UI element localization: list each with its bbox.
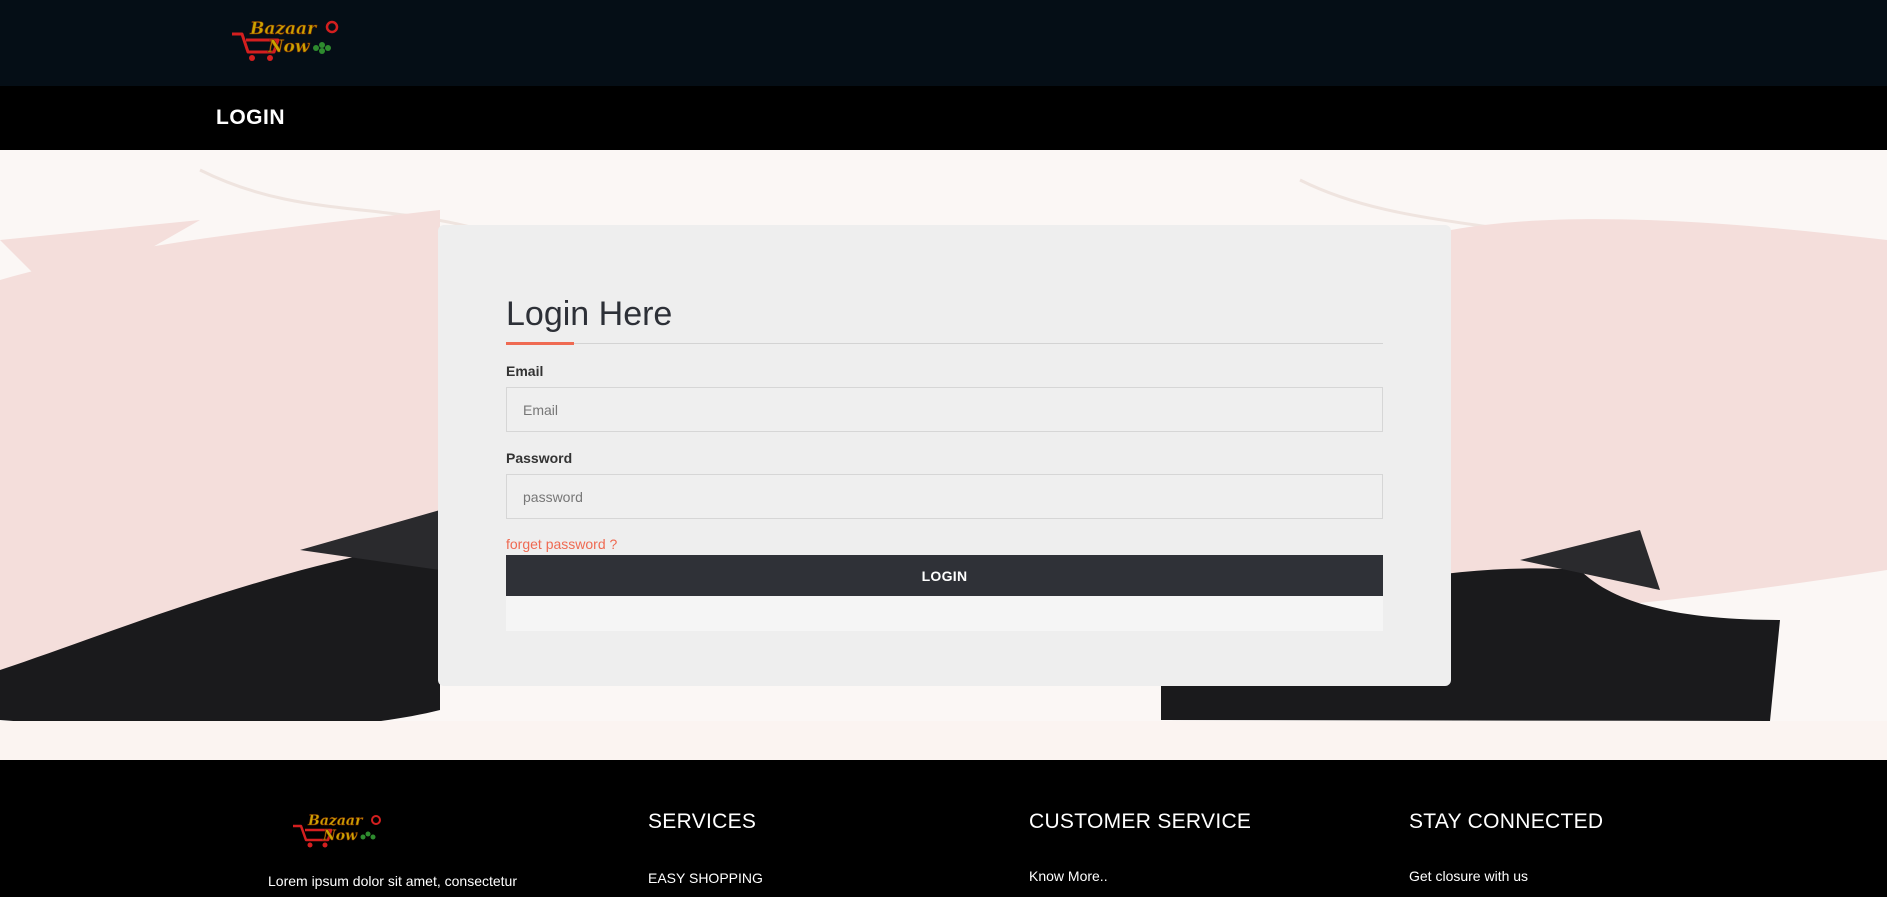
footer-description: Lorem ipsum dolor sit amet, consectetur [268,873,517,889]
forgot-password-link[interactable]: forget password ? [506,536,617,552]
heading-divider [506,343,1383,344]
email-input[interactable] [506,387,1383,432]
login-heading: Login Here [506,295,673,333]
login-button[interactable]: LOGIN [506,555,1383,596]
email-label: Email [506,363,544,379]
footer-link-know-more[interactable]: Know More.. [1029,868,1108,884]
password-label: Password [506,450,573,466]
top-header: Bazaar Now [0,0,1887,86]
footer-brand-logo[interactable]: Bazaar Now [290,812,386,850]
footer-services-heading: SERVICES [648,810,757,833]
footer-customer-service-heading: CUSTOMER SERVICE [1029,810,1252,833]
site-footer: SERVICES CUSTOMER SERVICE STAY CONNECTED… [0,760,1887,897]
login-card: Login Here Email Password forget passwor… [438,225,1451,686]
page-title-bar: LOGIN [0,86,1887,150]
password-input[interactable] [506,474,1383,519]
hero-bottom-strip [0,721,1887,760]
svg-text:Bazaar: Bazaar [307,813,364,829]
footer-link-get-closure[interactable]: Get closure with us [1409,868,1528,884]
brand-logo[interactable]: Bazaar Now [228,18,344,64]
footer-stay-connected-heading: STAY CONNECTED [1409,810,1604,833]
svg-text:Now: Now [267,37,311,57]
footer-link-easy-shopping[interactable]: EASY SHOPPING [648,870,763,886]
card-footer-panel [506,596,1383,631]
svg-text:Bazaar: Bazaar [249,19,317,39]
page-title: LOGIN [216,106,285,129]
svg-text:Now: Now [322,828,358,844]
heading-accent-bar [506,342,574,345]
